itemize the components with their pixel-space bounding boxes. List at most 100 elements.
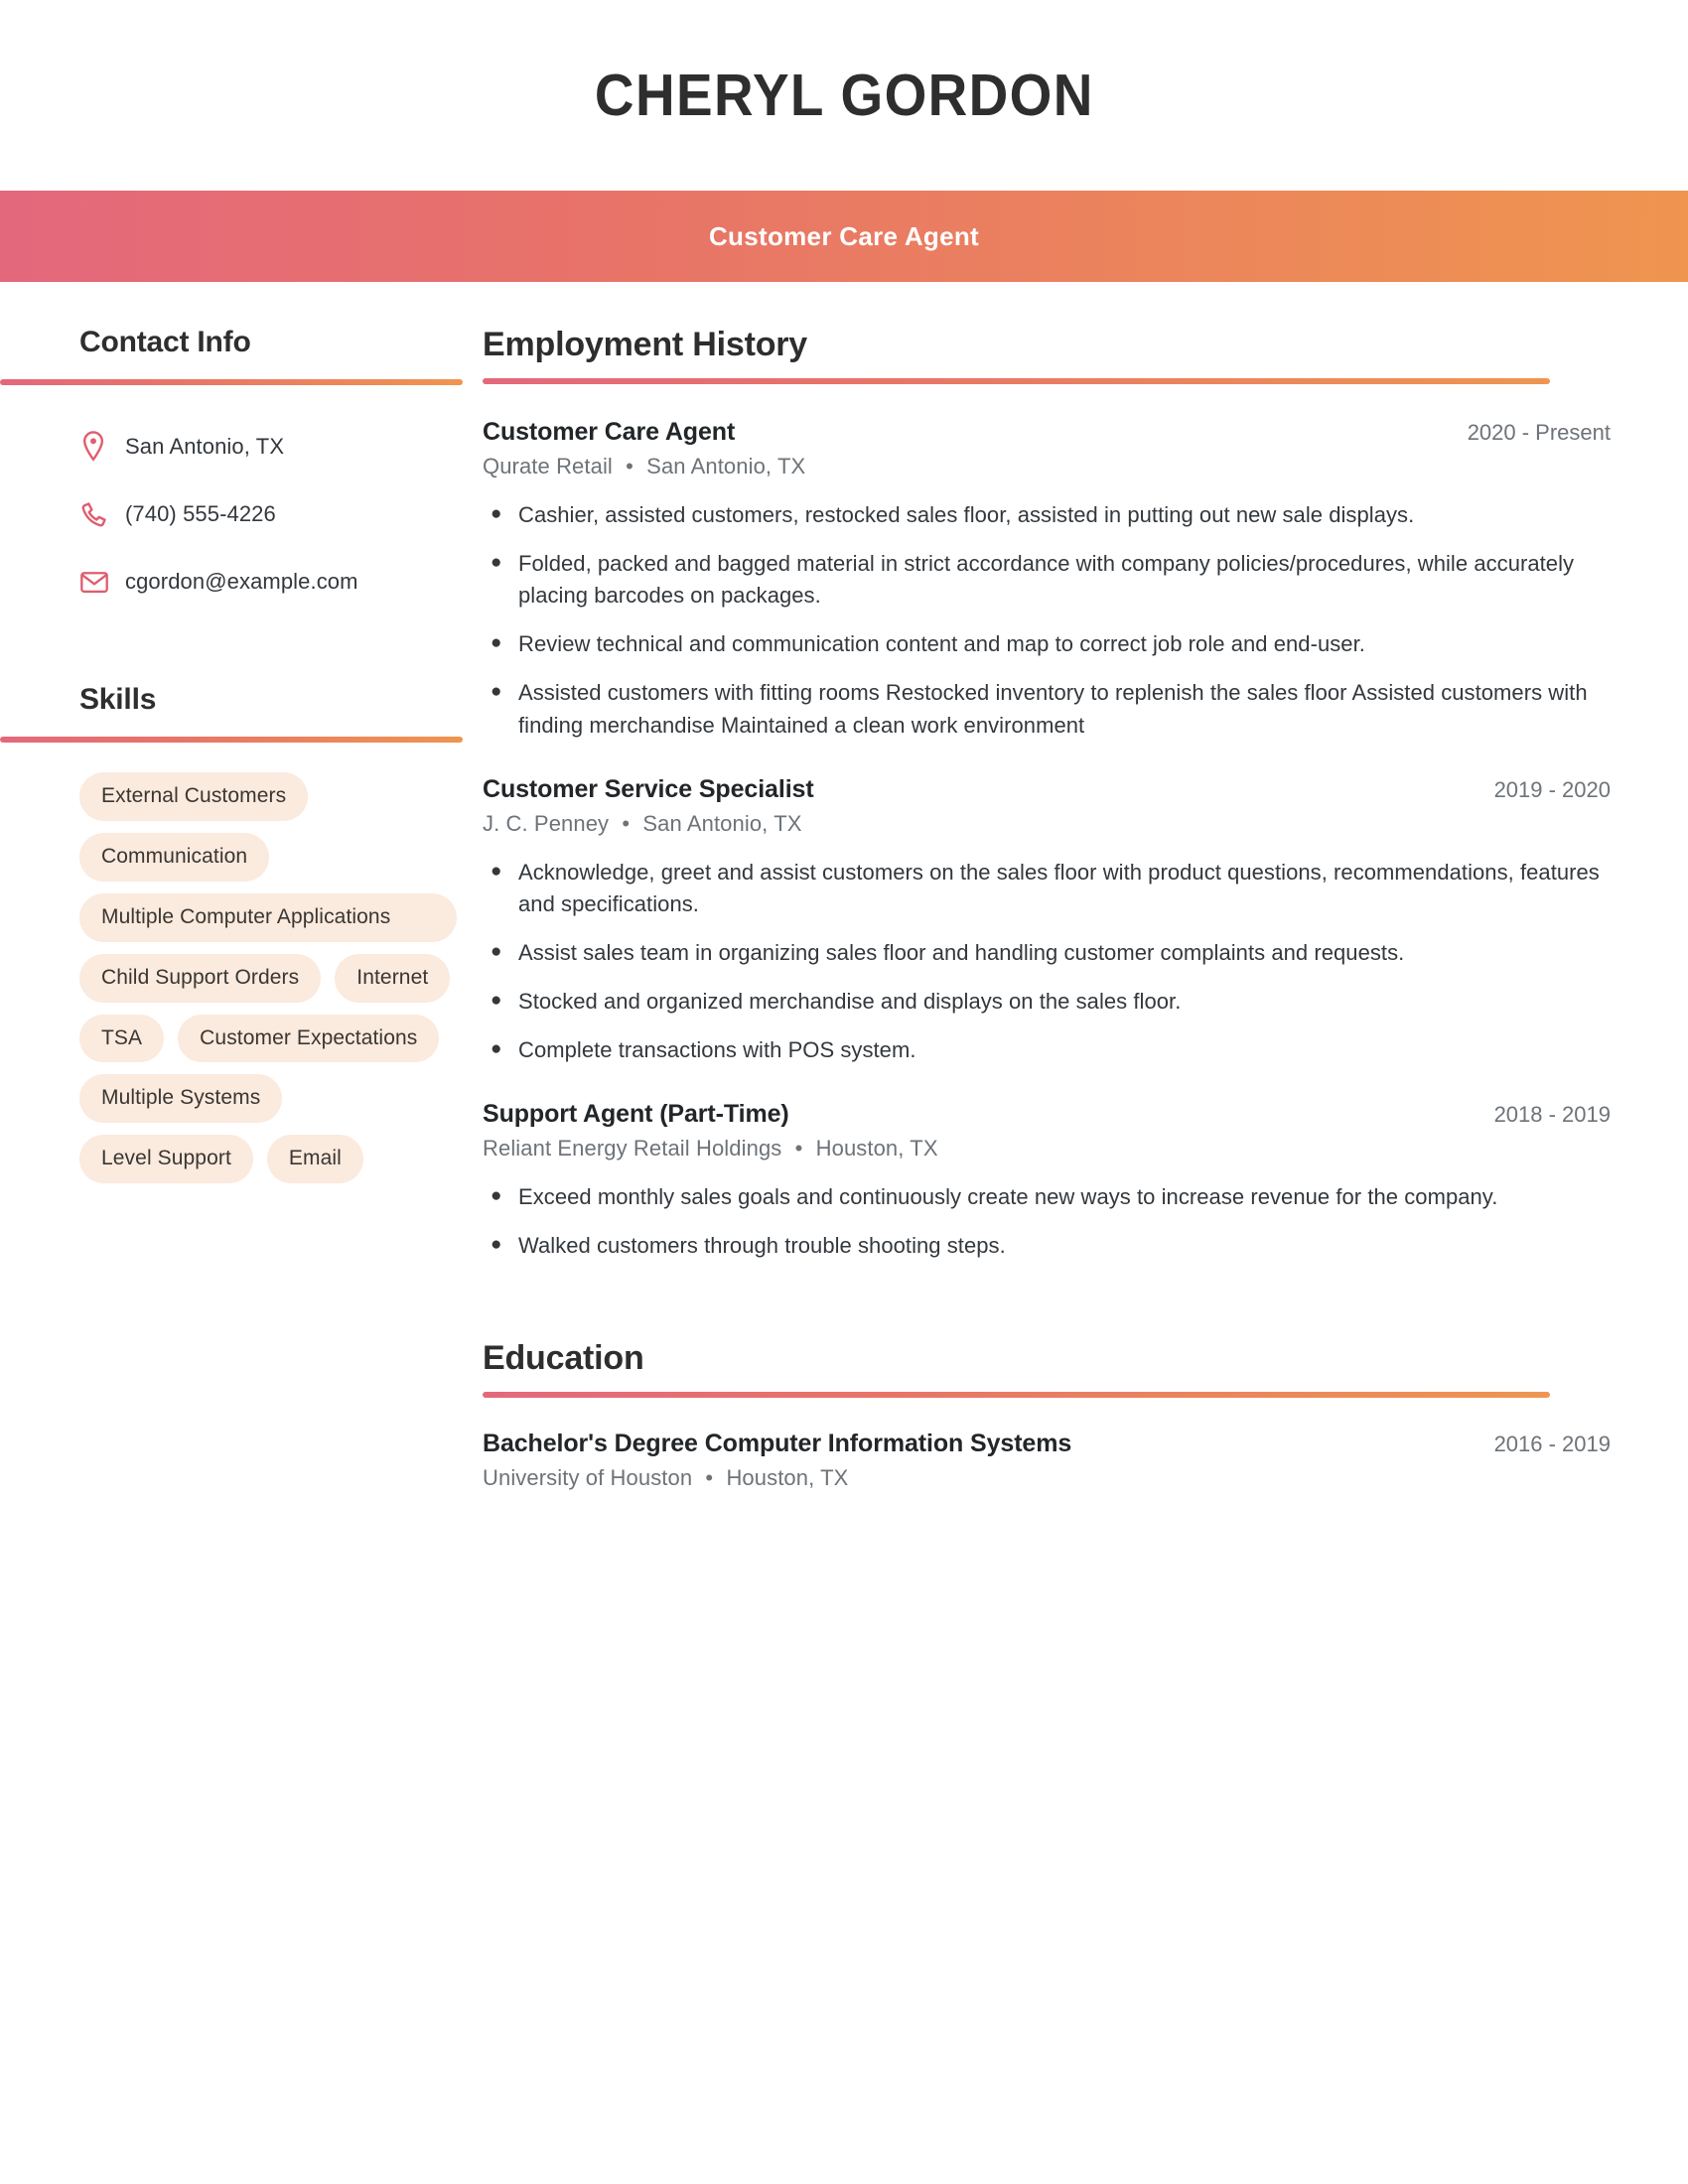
bullet-point-icon: ●: [491, 1038, 502, 1060]
employment-bullet: ● Acknowledge, greet and assist customer…: [483, 857, 1611, 920]
bullet-point-icon: ●: [491, 552, 502, 574]
bullet-point-icon: ●: [491, 503, 502, 524]
employment-bullet: ● Stocked and organized merchandise and …: [483, 986, 1611, 1018]
education-entry: Bachelor's Degree Computer Information S…: [483, 1430, 1611, 1491]
email-envelope-icon: [79, 569, 125, 595]
employment-company: Reliant Energy Retail Holdings: [483, 1136, 782, 1161]
skill-tag: Customer Expectations: [178, 1014, 440, 1063]
bullet-point-icon: ●: [491, 1234, 502, 1256]
contact-location-value: San Antonio, TX: [125, 434, 285, 459]
employment-job-title: Customer Service Specialist: [483, 774, 814, 803]
employment-bullet-text: Review technical and communication conte…: [518, 631, 1365, 657]
employment-location: Houston, TX: [815, 1136, 938, 1161]
employment-bullet-text: Exceed monthly sales goals and continuou…: [518, 1184, 1498, 1210]
employment-company: Qurate Retail: [483, 454, 613, 478]
employment-entry: Support Agent (Part-Time) 2018 - 2019 Re…: [483, 1100, 1611, 1262]
employment-bullet-text: Cashier, assisted customers, restocked s…: [518, 502, 1415, 527]
employment-bullet: ● Walked customers through trouble shoot…: [483, 1230, 1611, 1262]
sidebar: Contact Info San Antonio, TX (740) 555-4…: [0, 326, 465, 1193]
header-title-bar: Customer Care Agent: [0, 191, 1688, 282]
education-degree-title: Bachelor's Degree Computer Information S…: [483, 1430, 1072, 1458]
employment-entry: Customer Service Specialist 2019 - 2020 …: [483, 775, 1611, 1067]
employment-bullet: ● Assist sales team in organizing sales …: [483, 937, 1611, 969]
education-dates: 2016 - 2019: [1493, 1432, 1611, 1457]
candidate-name: CHERYL GORDON: [594, 63, 1094, 128]
education-school-location: University of Houston • Houston, TX: [483, 1465, 1611, 1491]
employment-dates: 2020 - Present: [1467, 420, 1611, 445]
skill-tag: Internet: [335, 953, 451, 1003]
education-location: Houston, TX: [726, 1465, 849, 1491]
contact-phone-value: (740) 555-4226: [125, 501, 276, 526]
employment-dates: 2019 - 2020: [1493, 776, 1611, 802]
skill-tag: TSA: [79, 1014, 165, 1063]
employment-dates: 2018 - 2019: [1493, 1102, 1611, 1128]
phone-icon: [79, 499, 125, 529]
employment-company: J. C. Penney: [483, 810, 610, 836]
employment-history-divider: [483, 378, 1550, 384]
employment-job-title: Customer Care Agent: [483, 418, 736, 446]
bullet-point-icon: ●: [491, 681, 502, 703]
employment-bullet: ● Folded, packed and bagged material in …: [483, 548, 1611, 612]
separator-dot: •: [626, 454, 633, 478]
employment-bullet-text: Acknowledge, greet and assist customers …: [518, 859, 1600, 916]
skills-divider: [0, 737, 463, 743]
candidate-job-title: Customer Care Agent: [708, 220, 979, 251]
bullet-point-icon: ●: [491, 860, 502, 882]
contact-item-location: San Antonio, TX: [79, 413, 465, 480]
separator-dot: •: [622, 810, 631, 836]
employment-bullet-text: Stocked and organized merchandise and di…: [518, 988, 1182, 1014]
employment-history-heading: Employment History: [483, 326, 808, 363]
employment-bullet-text: Complete transactions with POS system.: [518, 1037, 916, 1063]
contact-email-value: cgordon@example.com: [125, 569, 358, 594]
skill-tag: Multiple Systems: [79, 1074, 283, 1124]
employment-bullet: ● Review technical and communication con…: [483, 628, 1611, 660]
skill-tag: External Customers: [79, 772, 309, 821]
employment-bullet: ● Complete transactions with POS system.: [483, 1034, 1611, 1066]
employment-location: San Antonio, TX: [646, 454, 806, 478]
employment-history-section: Employment History Customer Care Agent 2…: [483, 326, 1611, 1262]
bullet-point-icon: ●: [491, 1185, 502, 1207]
contact-info-section: Contact Info San Antonio, TX (740) 555-4…: [0, 326, 465, 615]
employment-bullet-list: ● Acknowledge, greet and assist customer…: [483, 857, 1611, 1067]
skill-tag: Level Support: [79, 1135, 253, 1184]
header-name-area: CHERYL GORDON: [0, 0, 1688, 191]
skill-tag: Child Support Orders: [79, 953, 322, 1003]
bullet-point-icon: ●: [491, 940, 502, 962]
location-pin-icon: [79, 430, 125, 464]
employment-bullet-text: Assisted customers with fitting rooms Re…: [518, 680, 1588, 738]
education-section: Education Bachelor's Degree Computer Inf…: [483, 1339, 1611, 1491]
education-entry-header: Bachelor's Degree Computer Information S…: [483, 1430, 1611, 1458]
skills-heading: Skills: [79, 683, 157, 716]
skill-tag: Multiple Computer Applications: [79, 892, 457, 942]
contact-info-heading: Contact Info: [79, 326, 251, 358]
employment-bullet-list: ● Cashier, assisted customers, restocked…: [483, 499, 1611, 742]
education-divider: [483, 1392, 1550, 1399]
employment-bullet: ● Exceed monthly sales goals and continu…: [483, 1181, 1611, 1213]
employment-entry-header: Customer Care Agent 2020 - Present: [483, 418, 1611, 447]
skill-tag-list: External Customers Communication Multipl…: [79, 772, 457, 1184]
separator-dot: •: [794, 1136, 803, 1161]
employment-bullet: ● Assisted customers with fitting rooms …: [483, 677, 1611, 741]
employment-company-location: Qurate Retail • San Antonio, TX: [483, 454, 1611, 479]
main-column: Employment History Customer Care Agent 2…: [465, 326, 1688, 1491]
employment-job-title: Support Agent (Part-Time): [483, 1100, 789, 1129]
employment-entry-header: Customer Service Specialist 2019 - 2020: [483, 775, 1611, 804]
separator-dot: •: [705, 1465, 714, 1491]
employment-company-location: Reliant Energy Retail Holdings • Houston…: [483, 1136, 1611, 1161]
bullet-point-icon: ●: [491, 632, 502, 654]
employment-entry: Customer Care Agent 2020 - Present Qurat…: [483, 418, 1611, 742]
contact-info-divider: [0, 379, 463, 385]
contact-list: San Antonio, TX (740) 555-4226 cgordon@e…: [79, 413, 465, 615]
employment-bullet-list: ● Exceed monthly sales goals and continu…: [483, 1181, 1611, 1262]
employment-company-location: J. C. Penney • San Antonio, TX: [483, 811, 1611, 837]
education-heading: Education: [483, 1339, 644, 1378]
employment-bullet-text: Folded, packed and bagged material in st…: [518, 551, 1575, 609]
education-school: University of Houston: [483, 1465, 693, 1491]
contact-item-email: cgordon@example.com: [79, 548, 465, 615]
employment-bullet-text: Assist sales team in organizing sales fl…: [518, 939, 1405, 965]
skill-tag: Email: [266, 1135, 363, 1184]
employment-entry-header: Support Agent (Part-Time) 2018 - 2019: [483, 1100, 1611, 1129]
employment-bullet-text: Walked customers through trouble shootin…: [518, 1233, 1006, 1259]
skill-tag: Communication: [79, 832, 270, 882]
skills-section: Skills External Customers Communication …: [0, 683, 465, 1184]
